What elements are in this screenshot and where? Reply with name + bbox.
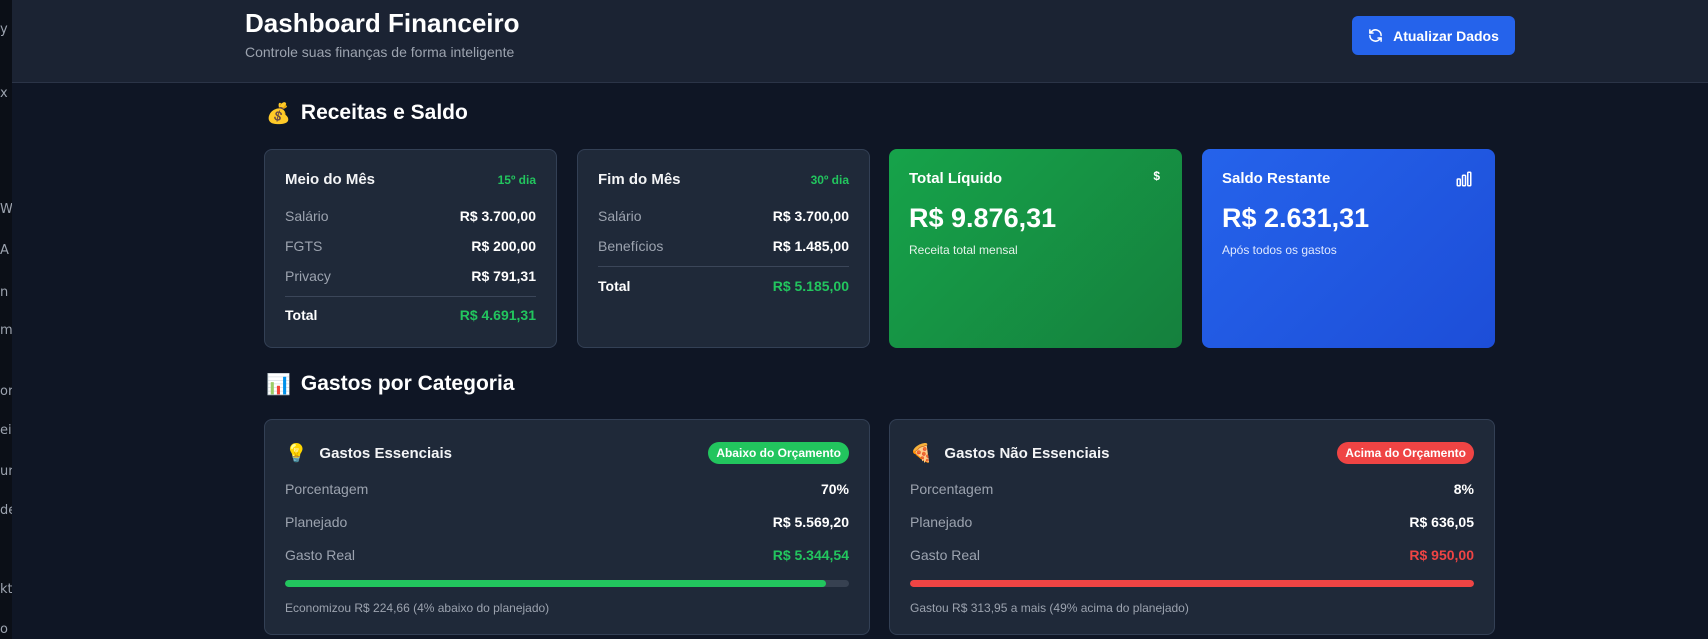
income-section-label: Receitas e Saldo [300,101,468,124]
refresh-icon [1369,29,1382,42]
net-total-title: Total Líquido [909,170,1003,187]
pizza-icon: 🍕 [910,442,933,464]
remaining-balance-caption: Após todos os gastos [1222,243,1337,257]
expenses-section-label: Gastos por Categoria [300,372,515,395]
essential-title: Gastos Essenciais [319,444,452,462]
remaining-balance-amount: R$ 2.631,31 [1222,203,1370,233]
budget-progress-fill [285,580,827,587]
cropped-text: kt [0,582,12,597]
planned-value: R$ 5.569,20 [772,514,849,530]
actual-value: R$ 5.344,54 [772,547,849,563]
total-value: R$ 5.185,00 [772,278,849,294]
cropped-text: or [0,384,12,399]
money-bag-icon: 💰 [266,101,291,125]
bar-chart-emoji-icon: 📊 [266,372,291,396]
budget-progress-fill [910,580,1474,587]
income-row: Salário R$ 3.700,00 [285,208,536,224]
budget-note: Economizou R$ 224,66 (4% abaixo do plane… [285,601,550,615]
non-essential-title: Gastos Não Essenciais [944,444,1110,462]
percentage-row: Porcentagem 70% [285,481,849,497]
status-badge: Acima do Orçamento [1337,442,1474,464]
total-row: Total R$ 4.691,31 [285,307,536,323]
percentage-row: Porcentagem 8% [910,481,1474,497]
cropped-text: y [0,22,8,37]
cropped-text: de [0,503,12,518]
expenses-section-title: 📊 Gastos por Categoria [266,372,514,396]
refresh-data-button[interactable]: Atualizar Dados [1352,16,1515,55]
cropped-text: m [0,323,12,338]
income-value: R$ 3.700,00 [459,208,536,224]
status-badge: Abaixo do Orçamento [708,442,849,464]
total-row: Total R$ 5.185,00 [598,278,849,294]
cropped-text: n [0,285,9,300]
cropped-text: A [0,243,9,258]
end-month-card: Fim do Mês 30º dia Salário R$ 3.700,00 B… [577,149,870,348]
actual-value: R$ 950,00 [1409,547,1474,563]
income-value: R$ 3.700,00 [772,208,849,224]
cropped-text: ur [0,464,12,479]
left-cropped-panel: y x W A n m or ei ur de kt o [0,0,12,639]
net-total-card: Total Líquido $ R$ 9.876,31 Receita tota… [889,149,1182,348]
mid-month-day-tag: 15º dia [497,172,536,187]
income-label: FGTS [285,238,323,254]
end-month-title: Fim do Mês [598,171,681,188]
income-row: Benefícios R$ 1.485,00 [598,238,849,254]
cropped-text: W [0,202,12,217]
income-label: Salário [285,208,329,224]
cropped-text: x [0,86,8,101]
income-row: Privacy R$ 791,31 [285,268,536,284]
cropped-text: ei [0,423,12,438]
budget-progress-bar [285,580,849,587]
actual-row: Gasto Real R$ 5.344,54 [285,547,849,563]
income-section-title: 💰 Receitas e Saldo [266,101,468,125]
cropped-text: o [0,622,8,637]
percentage-label: Porcentagem [910,481,994,497]
income-label: Privacy [285,268,331,284]
actual-label: Gasto Real [910,547,981,563]
mid-month-card: Meio do Mês 15º dia Salário R$ 3.700,00 … [264,149,557,348]
actual-row: Gasto Real R$ 950,00 [910,547,1474,563]
remaining-balance-card: Saldo Restante R$ 2.631,31 Após todos os… [1202,149,1495,348]
net-total-amount: R$ 9.876,31 [909,203,1057,233]
dashboard-header: Dashboard Financeiro Controle suas finan… [12,0,1708,83]
divider [598,266,849,267]
income-value: R$ 791,31 [471,268,536,284]
total-value: R$ 4.691,31 [459,307,536,323]
page-subtitle: Controle suas finanças de forma intelige… [245,44,515,60]
planned-row: Planejado R$ 636,05 [910,514,1474,530]
net-total-caption: Receita total mensal [909,243,1018,257]
divider [285,296,536,297]
income-row: FGTS R$ 200,00 [285,238,536,254]
end-month-day-tag: 30º dia [810,172,849,187]
income-row: Salário R$ 3.700,00 [598,208,849,224]
dollar-icon: $ [1153,169,1160,183]
percentage-label: Porcentagem [285,481,369,497]
income-value: R$ 200,00 [471,238,536,254]
planned-label: Planejado [910,514,973,530]
mid-month-title: Meio do Mês [285,171,376,188]
refresh-button-label: Atualizar Dados [1393,27,1499,44]
percentage-value: 70% [820,481,849,497]
income-value: R$ 1.485,00 [772,238,849,254]
planned-label: Planejado [285,514,348,530]
non-essential-expenses-card: 🍕 Gastos Não Essenciais Acima do Orçamen… [889,419,1495,635]
light-bulb-icon: 💡 [285,442,308,464]
budget-progress-bar [910,580,1474,587]
planned-row: Planejado R$ 5.569,20 [285,514,849,530]
percentage-value: 8% [1453,481,1474,497]
income-label: Benefícios [598,238,664,254]
remaining-balance-title: Saldo Restante [1222,170,1331,187]
income-label: Salário [598,208,642,224]
budget-note: Gastou R$ 313,95 a mais (49% acima do pl… [910,601,1189,615]
total-label: Total [598,278,631,294]
bar-chart-icon [1455,170,1473,191]
page-title: Dashboard Financeiro [245,8,520,38]
actual-label: Gasto Real [285,547,356,563]
essential-expenses-card: 💡 Gastos Essenciais Abaixo do Orçamento … [264,419,870,635]
planned-value: R$ 636,05 [1409,514,1474,530]
total-label: Total [285,307,318,323]
